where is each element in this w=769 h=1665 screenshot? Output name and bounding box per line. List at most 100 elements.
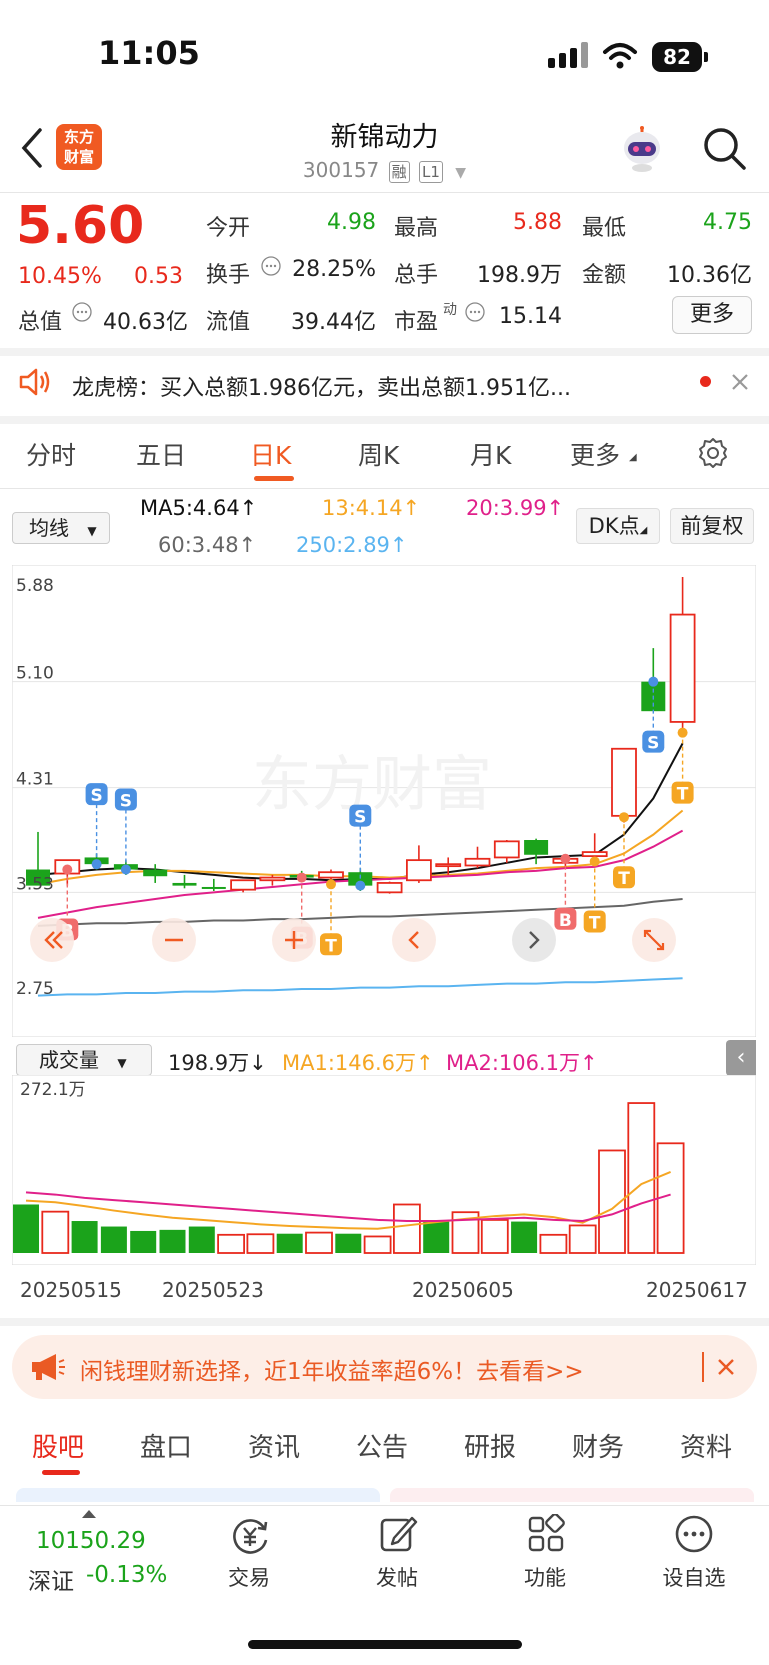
volume-value: 198.9万: [477, 263, 562, 288]
close-icon[interactable]: [716, 1357, 736, 1377]
tab-monthly-k[interactable]: 月K: [470, 436, 511, 472]
tab-intraday[interactable]: 分时: [26, 436, 76, 472]
y-axis-label: 5.10: [16, 664, 54, 684]
more-quote-button[interactable]: 更多: [672, 296, 752, 334]
volume-ma2: MA2:106.1万↑: [446, 1051, 598, 1075]
index-change[interactable]: -0.13%: [86, 1562, 167, 1588]
nav-set-favorite[interactable]: 设自选: [649, 1562, 739, 1592]
index-value[interactable]: 10150.29: [36, 1528, 146, 1554]
ad-text[interactable]: 闲钱理财新选择，近1年收益率超6%！去看看>>: [80, 1352, 584, 1386]
compose-icon[interactable]: [378, 1514, 418, 1554]
tab-order-book[interactable]: 盘口: [140, 1427, 192, 1464]
divider: [0, 192, 769, 193]
level-tag: L1: [419, 161, 443, 183]
volume-current: 198.9万↓: [168, 1051, 267, 1075]
volume-indicator-select[interactable]: 成交量 ▼: [16, 1044, 152, 1076]
forward-adjust-button[interactable]: 前复权: [670, 508, 754, 544]
low-label: 最低: [582, 216, 627, 241]
dropdown-caret-icon: ▼: [87, 524, 97, 538]
candle: [230, 879, 257, 893]
collapse-handle[interactable]: ‹: [726, 1040, 756, 1076]
volume-bar: [246, 1233, 275, 1254]
candle: [376, 881, 403, 894]
volume-bar: [13, 1204, 39, 1253]
wifi-icon: [603, 43, 637, 69]
indicator-select[interactable]: 均线 ▼: [12, 512, 110, 544]
tab-weekly-k[interactable]: 周K: [358, 436, 399, 472]
svg-text:S: S: [90, 786, 102, 806]
change-percent: 10.45%: [18, 264, 102, 289]
y-axis-label: 2.75: [16, 979, 54, 999]
nav-trade[interactable]: 交易: [204, 1562, 294, 1592]
high-label: 最高: [394, 216, 439, 241]
volume-chart[interactable]: 272.1万: [12, 1075, 756, 1265]
svg-text:S: S: [354, 808, 366, 828]
tab-forum[interactable]: 股吧: [32, 1427, 84, 1464]
ma20-label: 20:3.99↑: [466, 496, 565, 520]
volume-label: 总手: [394, 263, 439, 288]
ma250-label: 250:2.89↑: [296, 533, 408, 557]
chevron-right-icon[interactable]: [512, 918, 556, 962]
nav-post[interactable]: 发帖: [352, 1562, 442, 1592]
volume-max-label: 272.1万: [20, 1080, 86, 1100]
fullscreen-icon[interactable]: [632, 918, 676, 962]
turnover-value: 28.25%: [292, 257, 376, 282]
tab-announcements[interactable]: 公告: [356, 1427, 408, 1464]
info-dots-icon[interactable]: [261, 256, 281, 276]
robot-assistant-icon[interactable]: [618, 126, 666, 174]
pe-value: 15.14: [499, 304, 562, 329]
ma5-label: MA5:4.64↑: [140, 496, 258, 520]
active-tab-indicator: [254, 476, 294, 481]
margin-tag: 融: [388, 161, 410, 183]
chevron-left-icon[interactable]: [392, 918, 436, 962]
search-icon[interactable]: [700, 124, 748, 172]
info-dots-icon[interactable]: [465, 302, 485, 322]
grid-functions-icon[interactable]: [526, 1514, 566, 1554]
trade-yen-icon[interactable]: [228, 1516, 272, 1556]
divider: [0, 488, 769, 489]
kline-chart[interactable]: 东方财富 BSSBTSBTTST 5.885.104.313.532.75: [12, 565, 756, 1037]
battery-indicator: 82: [652, 42, 702, 72]
rewind-icon[interactable]: [30, 918, 74, 962]
high-value: 5.88: [513, 210, 562, 235]
divider: [0, 416, 769, 424]
index-name[interactable]: 深证: [28, 1562, 74, 1596]
amount-value: 10.36亿: [667, 263, 752, 288]
gear-icon[interactable]: [696, 436, 730, 470]
dragon-tiger-text[interactable]: 龙虎榜：买入总额1.986亿元，卖出总额1.951亿...: [72, 370, 571, 402]
info-dots-icon[interactable]: [72, 302, 92, 322]
unread-dot: [700, 376, 711, 387]
tab-more[interactable]: 更多: [570, 436, 620, 472]
tab-news[interactable]: 资讯: [248, 1427, 300, 1464]
caret-icon: ◢: [639, 525, 648, 536]
more-circle-icon[interactable]: [674, 1514, 714, 1554]
nav-functions[interactable]: 功能: [500, 1562, 590, 1592]
stock-code: 300157: [302, 158, 380, 182]
active-bottom-tab-indicator: [42, 1470, 80, 1475]
tab-research[interactable]: 研报: [464, 1427, 516, 1464]
card-peek: [390, 1488, 754, 1502]
tab-profile[interactable]: 资料: [680, 1427, 732, 1464]
dk-point-button[interactable]: DK点◢: [576, 508, 660, 544]
zoom-out-icon[interactable]: [152, 918, 196, 962]
open-value: 4.98: [327, 210, 376, 235]
volume-bar: [335, 1233, 362, 1253]
svg-text:B: B: [559, 911, 572, 931]
market-cap-value: 40.63亿: [103, 310, 188, 335]
volume-bar: [130, 1230, 157, 1253]
zoom-in-icon[interactable]: [272, 918, 316, 962]
card-peek: [16, 1488, 380, 1502]
megaphone-icon: [32, 1354, 65, 1380]
tab-finance[interactable]: 财务: [572, 1427, 624, 1464]
volume-bar: [627, 1102, 656, 1254]
expand-up-icon[interactable]: [82, 1510, 96, 1518]
tab-daily-k[interactable]: 日K: [250, 436, 291, 472]
volume-bar: [276, 1233, 303, 1253]
float-cap-value: 39.44亿: [291, 310, 376, 335]
status-time: 11:05: [98, 34, 200, 72]
open-label: 今开: [206, 216, 251, 241]
svg-text:T: T: [325, 936, 337, 956]
volume-bar: [41, 1210, 70, 1254]
close-icon[interactable]: [730, 372, 750, 392]
tab-five-day[interactable]: 五日: [136, 436, 186, 472]
